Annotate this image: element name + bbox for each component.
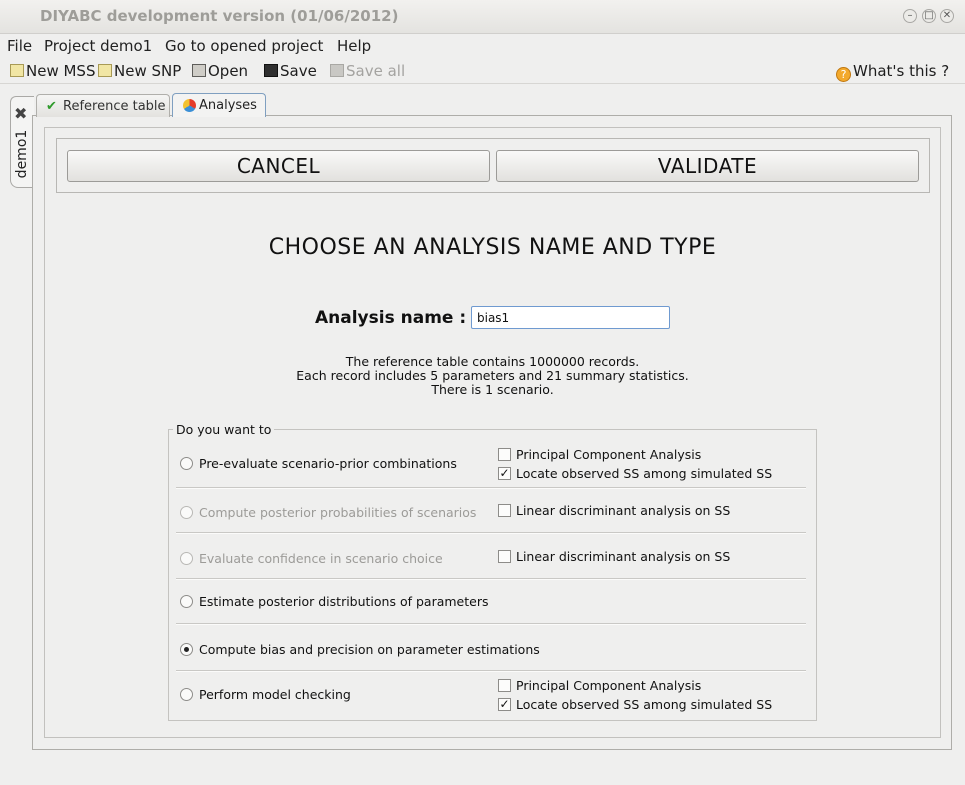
pre-eval-locate-checkbox[interactable]: ✓ — [498, 467, 511, 480]
model-check-pca-checkbox[interactable] — [498, 679, 511, 692]
new-snp-button[interactable]: New SNP — [98, 61, 181, 81]
info-line-scenario: There is 1 scenario. — [431, 382, 554, 397]
confidence-scenario-label: Evaluate confidence in scenario choice — [199, 551, 443, 566]
confidence-scenario-radio[interactable] — [180, 552, 193, 565]
new-mss-button[interactable]: New MSS — [10, 61, 95, 81]
menu-go-to-project[interactable]: Go to opened project — [165, 37, 323, 55]
validate-button[interactable]: VALIDATE — [496, 150, 919, 182]
confidence-lda-checkbox[interactable] — [498, 550, 511, 563]
row-divider — [176, 487, 806, 489]
posterior-probabilities-label: Compute posterior probabilities of scena… — [199, 505, 477, 520]
posterior-probabilities-radio[interactable] — [180, 506, 193, 519]
help-icon: ? — [836, 67, 851, 82]
info-line-records: The reference table contains 1000000 rec… — [345, 354, 640, 369]
row-divider — [176, 670, 806, 672]
save-icon — [264, 64, 278, 77]
model-check-pca-label: Principal Component Analysis — [516, 678, 702, 693]
model-checking-radio[interactable] — [180, 688, 193, 701]
new-snp-label: New SNP — [114, 62, 182, 80]
estimate-posterior-radio[interactable] — [180, 595, 193, 608]
pre-eval-pca-label: Principal Component Analysis — [516, 447, 702, 462]
menu-project[interactable]: Project demo1 — [44, 37, 152, 55]
row-divider — [176, 623, 806, 625]
pre-evaluate-radio[interactable] — [180, 457, 193, 470]
open-label: Open — [208, 62, 249, 80]
open-button[interactable]: Open — [192, 61, 248, 81]
info-line-parameters: Each record includes 5 parameters and 21… — [296, 368, 689, 383]
pre-eval-locate-label: Locate observed SS among simulated SS — [516, 466, 773, 481]
folder-icon — [192, 64, 206, 77]
tab-analyses[interactable]: Analyses — [172, 93, 266, 117]
save-all-label: Save all — [346, 62, 406, 80]
save-label: Save — [280, 62, 317, 80]
whats-this-button[interactable]: ? What's this ? — [836, 61, 950, 82]
close-window-icon[interactable]: ✕ — [940, 9, 954, 23]
posterior-prob-lda-label: Linear discriminant analysis on SS — [516, 503, 731, 518]
close-project-icon[interactable]: ✖ — [14, 104, 27, 123]
row-divider — [176, 532, 806, 534]
model-checking-label: Perform model checking — [199, 687, 351, 702]
confidence-lda-label: Linear discriminant analysis on SS — [516, 549, 731, 564]
analysis-name-input[interactable] — [471, 306, 670, 329]
bias-precision-label: Compute bias and precision on parameter … — [199, 642, 540, 657]
menu-help[interactable]: Help — [337, 37, 371, 55]
project-tab-label: demo1 — [14, 129, 30, 179]
analysis-type-legend: Do you want to — [173, 422, 275, 437]
estimate-posterior-label: Estimate posterior distributions of para… — [199, 594, 489, 609]
posterior-prob-lda-checkbox[interactable] — [498, 504, 511, 517]
analysis-name-label: Analysis name : — [315, 308, 467, 328]
page-title: CHOOSE AN ANALYSIS NAME AND TYPE — [268, 235, 717, 260]
model-check-locate-checkbox[interactable]: ✓ — [498, 698, 511, 711]
maximize-icon[interactable]: □ — [922, 9, 936, 23]
save-all-button[interactable]: Save all — [330, 61, 405, 81]
model-check-locate-label: Locate observed SS among simulated SS — [516, 697, 773, 712]
cancel-button[interactable]: CANCEL — [67, 150, 490, 182]
new-mss-label: New MSS — [26, 62, 96, 80]
tab-reference-table-label: Reference table — [63, 99, 166, 114]
new-file-icon — [98, 64, 112, 77]
minimize-icon[interactable]: – — [903, 9, 917, 23]
colorwheel-icon — [183, 99, 196, 112]
window-title: DIYABC development version (01/06/2012) — [40, 7, 399, 25]
tab-analyses-label: Analyses — [199, 98, 257, 113]
save-all-icon — [330, 64, 344, 77]
bias-precision-radio[interactable] — [180, 643, 193, 656]
menu-file[interactable]: File — [7, 37, 32, 55]
pre-evaluate-label: Pre-evaluate scenario-prior combinations — [199, 456, 457, 471]
save-button[interactable]: Save — [264, 61, 317, 81]
pre-eval-pca-checkbox[interactable] — [498, 448, 511, 461]
checkmark-icon: ✔ — [46, 99, 57, 114]
tab-reference-table[interactable]: ✔ Reference table — [36, 94, 170, 117]
row-divider — [176, 578, 806, 580]
new-file-icon — [10, 64, 24, 77]
whats-this-label: What's this ? — [853, 62, 950, 80]
